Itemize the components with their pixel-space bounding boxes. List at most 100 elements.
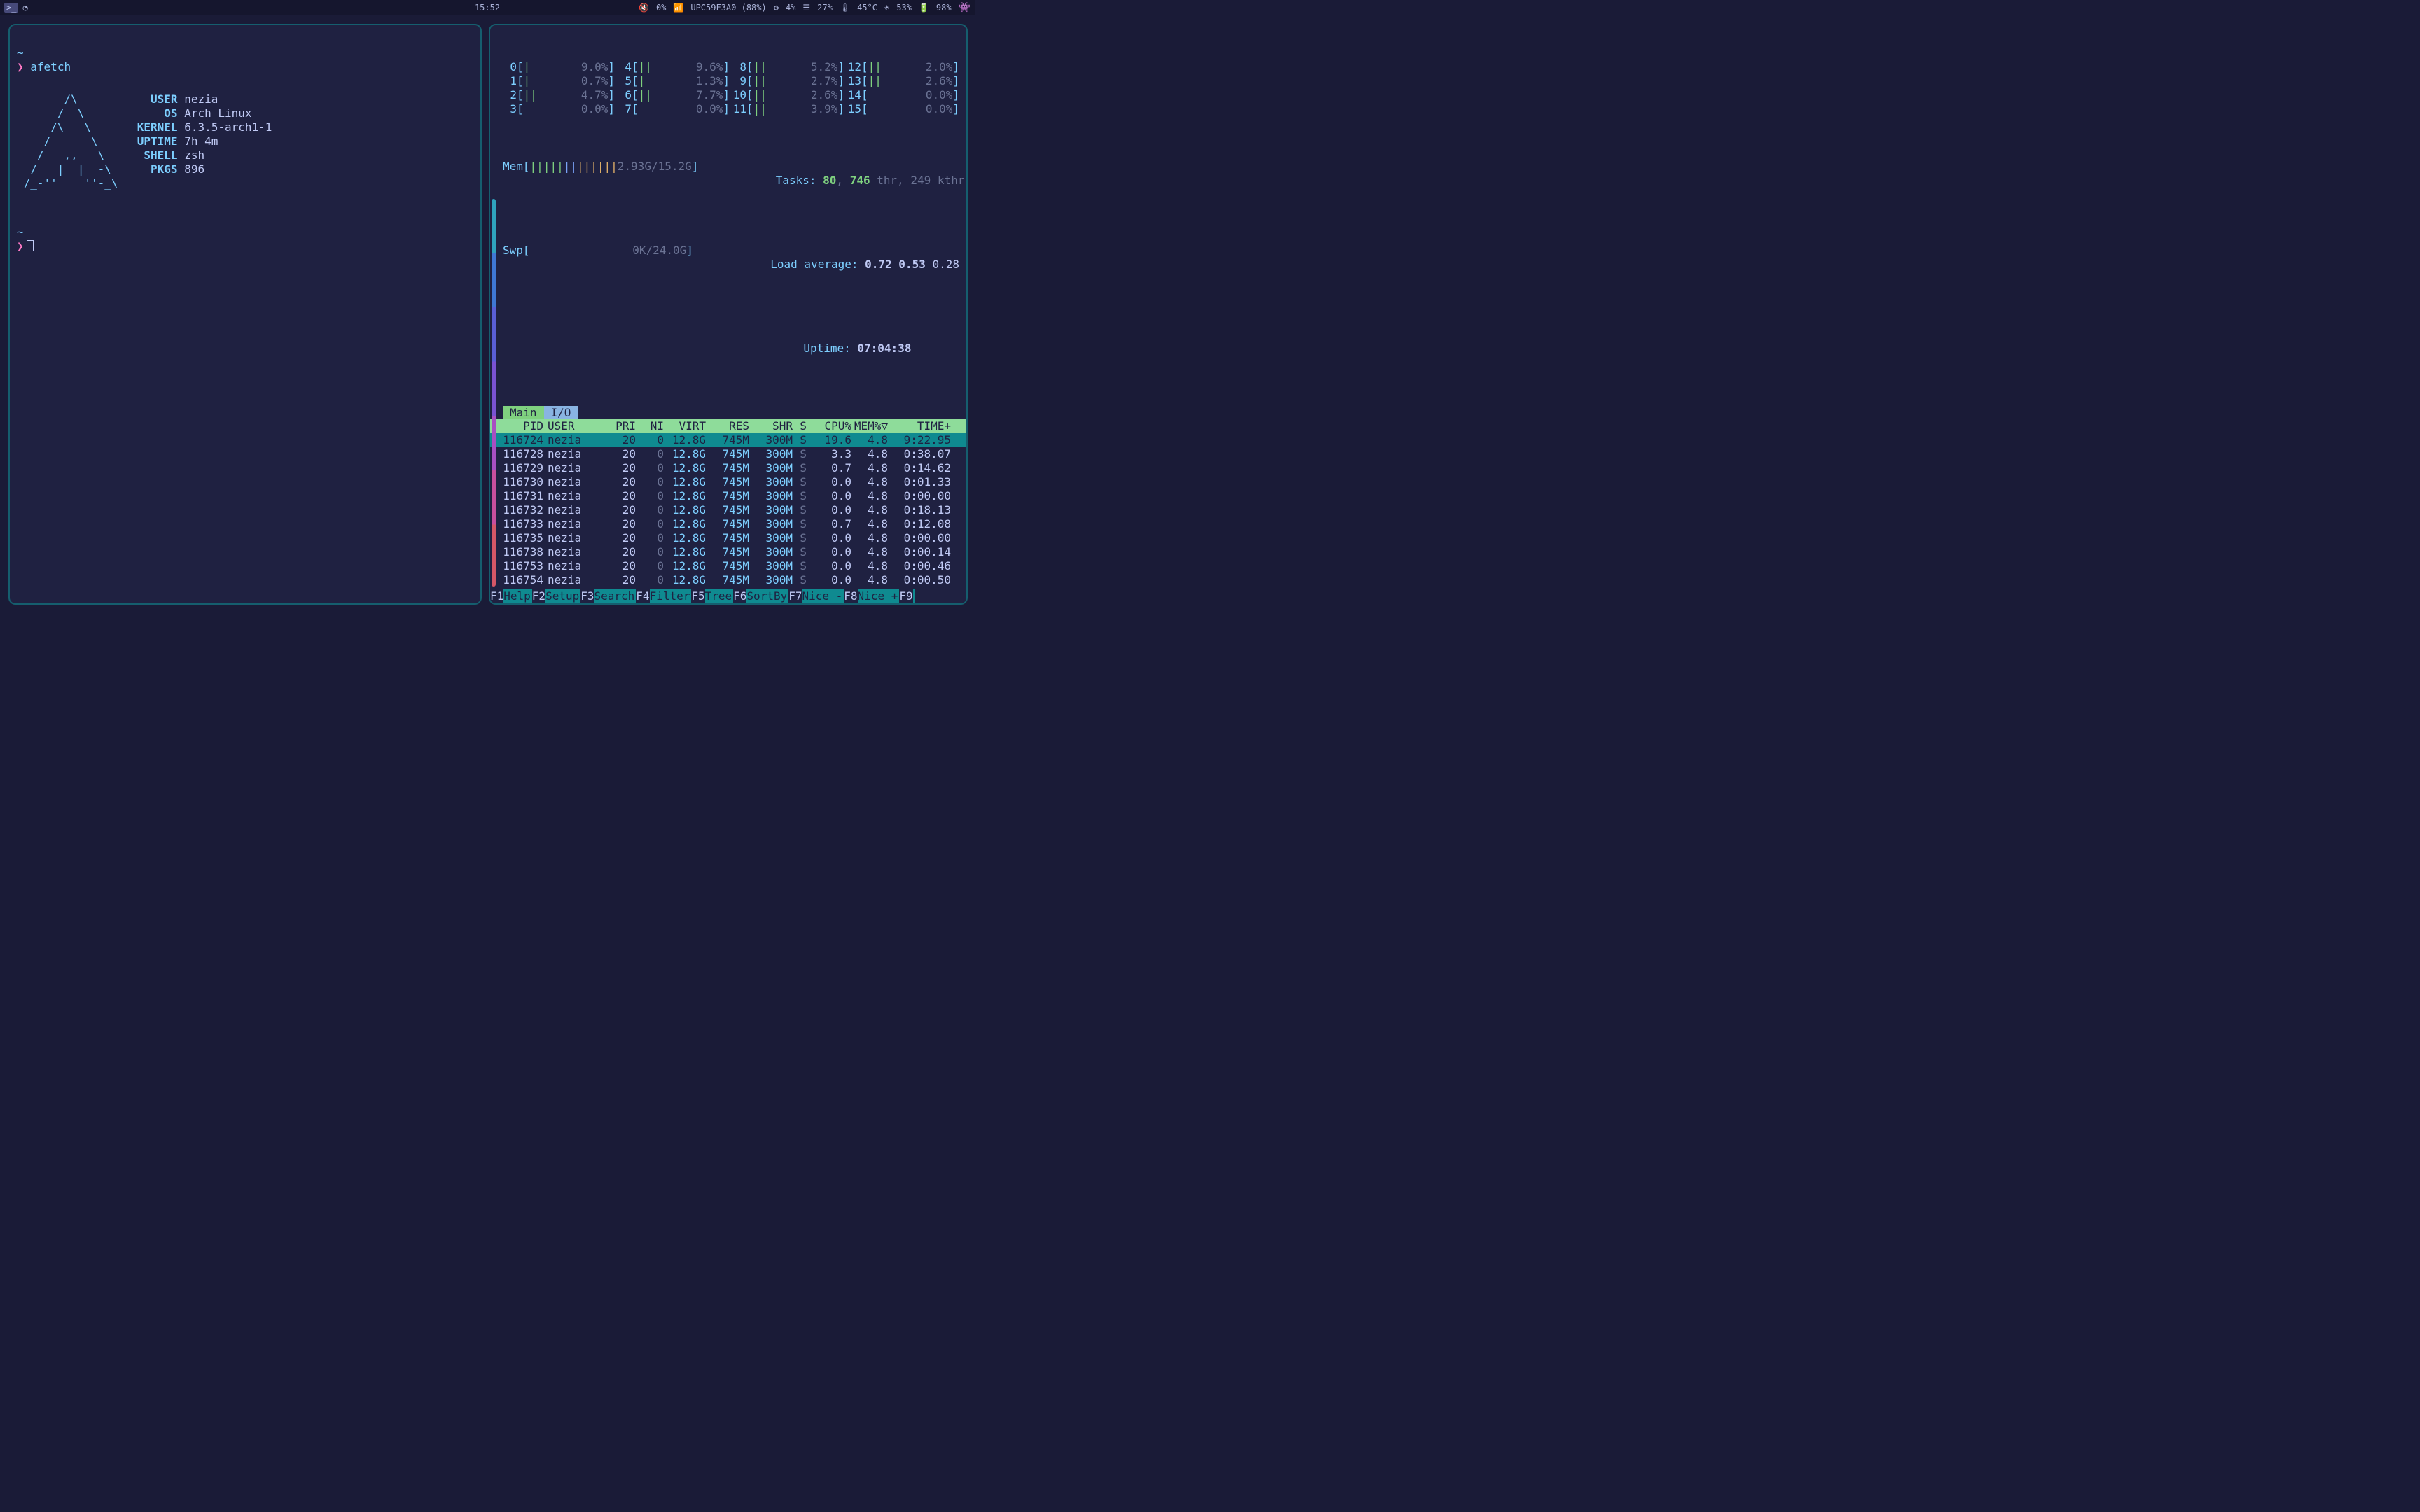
sun-icon[interactable]: ☀ — [884, 3, 889, 13]
process-header[interactable]: PID USER PRI NI VIRT RES SHR S CPU% MEM%… — [490, 419, 966, 433]
wifi-label: UPC59F3A0 (88%) — [690, 3, 766, 13]
top-bar: >_ ◔ 15:52 🔇 0% 📶 UPC59F3A0 (88%) ⚙ 4% ☰… — [0, 0, 975, 15]
col-cpu[interactable]: CPU% — [807, 419, 851, 433]
col-pri[interactable]: PRI — [588, 419, 636, 433]
tab-io[interactable]: I/O — [544, 406, 578, 419]
fkey-f8[interactable]: F8 — [844, 589, 857, 603]
cpu-meter-4: 4[||9.6%] — [618, 60, 730, 74]
uptime-value: 07:04:38 — [857, 342, 911, 355]
col-virt[interactable]: VIRT — [664, 419, 706, 433]
process-row[interactable]: 116738nezia20012.8G745M300MS0.04.80:00.1… — [490, 545, 966, 559]
process-row[interactable]: 116753nezia20012.8G745M300MS0.04.80:00.4… — [490, 559, 966, 573]
threads-count: 746 — [850, 174, 870, 187]
volume-pct: 0% — [656, 3, 666, 13]
tasks-label: Tasks: — [776, 174, 823, 187]
process-row[interactable]: 116731nezia20012.8G745M300MS0.04.80:00.0… — [490, 489, 966, 503]
uptime-label: Uptime: — [803, 342, 857, 355]
fkey-f7[interactable]: F7 — [788, 589, 802, 603]
col-shr[interactable]: SHR — [749, 419, 793, 433]
fkey-f2[interactable]: F2 — [532, 589, 545, 603]
fkey-label-f4[interactable]: Filter — [650, 589, 692, 603]
process-row[interactable]: 116732nezia20012.8G745M300MS0.04.80:18.1… — [490, 503, 966, 517]
cpu-meter-11: 11[||3.9%] — [732, 102, 844, 116]
fkey-label-f1[interactable]: Help — [503, 589, 532, 603]
tasks-count: 80 — [823, 174, 836, 187]
col-user[interactable]: USER — [543, 419, 588, 433]
fkey-f9[interactable]: F9 — [899, 589, 912, 603]
col-s[interactable]: S — [793, 419, 807, 433]
prompt-arrow-2: ❯ — [17, 239, 24, 253]
terminal-pane[interactable]: ~ ❯ afetch /\ / \ /\ \ / \ / ,, \ / | | … — [8, 24, 482, 605]
fkey-label-f9[interactable] — [913, 589, 915, 603]
fkey-label-f3[interactable]: Search — [594, 589, 637, 603]
col-time[interactable]: TIME+ — [888, 419, 951, 433]
kthr-count: 249 kthr — [910, 174, 964, 187]
htop-tabs: Main I/O — [490, 406, 966, 419]
process-row[interactable]: 116728nezia20012.8G745M300MS3.34.80:38.0… — [490, 447, 966, 461]
cpu-meter-8: 8[||5.2%] — [732, 60, 844, 74]
process-row[interactable]: 116729nezia20012.8G745M300MS0.74.80:14.6… — [490, 461, 966, 475]
fkey-bar: F1Help F2Setup F3SearchF4FilterF5Tree F6… — [490, 589, 966, 603]
rainbow-strip — [492, 199, 496, 587]
cpu-meter-15: 15[0.0%] — [847, 102, 959, 116]
fkey-f4[interactable]: F4 — [636, 589, 649, 603]
mem-bar-green: ||||| — [530, 160, 564, 173]
cursor[interactable] — [27, 240, 34, 251]
cpu-meter-12: 12[||2.0%] — [847, 60, 959, 74]
cpu-meter-10: 10[||2.6%] — [732, 88, 844, 102]
fkey-f1[interactable]: F1 — [490, 589, 503, 603]
battery-pct: 98% — [936, 3, 952, 13]
cpu-meter-6: 6[||7.7%] — [618, 88, 730, 102]
process-row[interactable]: 116730nezia20012.8G745M300MS0.04.80:01.3… — [490, 475, 966, 489]
htop-pane[interactable]: 0[|9.0%]4[||9.6%]8[||5.2%]12[||2.0%]1[|0… — [489, 24, 968, 605]
load-label: Load average: — [770, 258, 865, 271]
thermometer-icon[interactable]: 🌡 — [840, 3, 850, 13]
fkey-label-f5[interactable]: Tree — [705, 589, 734, 603]
mem-bar-blue: || — [564, 160, 577, 173]
fkey-f5[interactable]: F5 — [691, 589, 704, 603]
fkey-label-f6[interactable]: SortBy — [746, 589, 788, 603]
fkey-f3[interactable]: F3 — [580, 589, 594, 603]
cpu-meter-5: 5[|1.3%] — [618, 74, 730, 88]
col-ni[interactable]: NI — [636, 419, 664, 433]
fkey-f6[interactable]: F6 — [733, 589, 746, 603]
process-row[interactable]: 116724nezia20012.8G745M300MS19.64.89:22.… — [490, 433, 966, 447]
app-icon[interactable]: ◔ — [22, 3, 27, 13]
volume-icon[interactable]: 🔇 — [639, 3, 649, 13]
cpu-meter-0: 0[|9.0%] — [503, 60, 615, 74]
col-mem[interactable]: MEM%▽ — [851, 419, 888, 433]
process-list[interactable]: 116724nezia20012.8G745M300MS19.64.89:22.… — [490, 433, 966, 589]
terminal-icon[interactable]: >_ — [4, 3, 18, 13]
cpu-meter-14: 14[0.0%] — [847, 88, 959, 102]
gear-icon[interactable]: ⚙ — [774, 3, 779, 13]
fkey-label-f8[interactable]: Nice + — [858, 589, 900, 603]
clock: 15:52 — [475, 3, 500, 13]
swap-value: 0K/24.0G — [632, 244, 686, 286]
prompt-arrow: ❯ — [17, 60, 24, 74]
temp-label: 45°C — [857, 3, 877, 13]
fkey-label-f7[interactable]: Nice - — [802, 589, 844, 603]
gear-pct: 4% — [786, 3, 795, 13]
col-res[interactable]: RES — [706, 419, 749, 433]
battery-icon[interactable]: 🔋 — [919, 3, 929, 13]
sort-indicator-icon: ▽ — [881, 419, 888, 433]
mem-value: 2.93G/15.2G — [618, 160, 692, 202]
process-row[interactable]: 116735nezia20012.8G745M300MS0.04.80:00.0… — [490, 531, 966, 545]
wifi-icon[interactable]: 📶 — [673, 3, 683, 13]
fkey-label-f2[interactable]: Setup — [545, 589, 580, 603]
load-5: 0.53 — [898, 258, 926, 271]
prompt-cwd-2: ~ — [17, 225, 24, 239]
mem-bar-yellow: |||||| — [577, 160, 618, 173]
discord-icon[interactable]: 👾 — [959, 2, 971, 13]
bars-icon[interactable]: ☰ — [802, 3, 810, 13]
cpu-meter-7: 7[0.0%] — [618, 102, 730, 116]
tab-main[interactable]: Main — [503, 406, 544, 419]
process-row[interactable]: 116754nezia20012.8G745M300MS0.04.80:00.5… — [490, 573, 966, 587]
process-row[interactable]: 116733nezia20012.8G745M300MS0.74.80:12.0… — [490, 517, 966, 531]
htop-meters: 0[|9.0%]4[||9.6%]8[||5.2%]12[||2.0%]1[|0… — [490, 29, 966, 402]
cpu-meter-13: 13[||2.6%] — [847, 74, 959, 88]
load-1: 0.72 — [865, 258, 892, 271]
entered-command: afetch — [30, 60, 71, 74]
prompt-cwd: ~ — [17, 46, 24, 59]
col-pid[interactable]: PID — [494, 419, 543, 433]
